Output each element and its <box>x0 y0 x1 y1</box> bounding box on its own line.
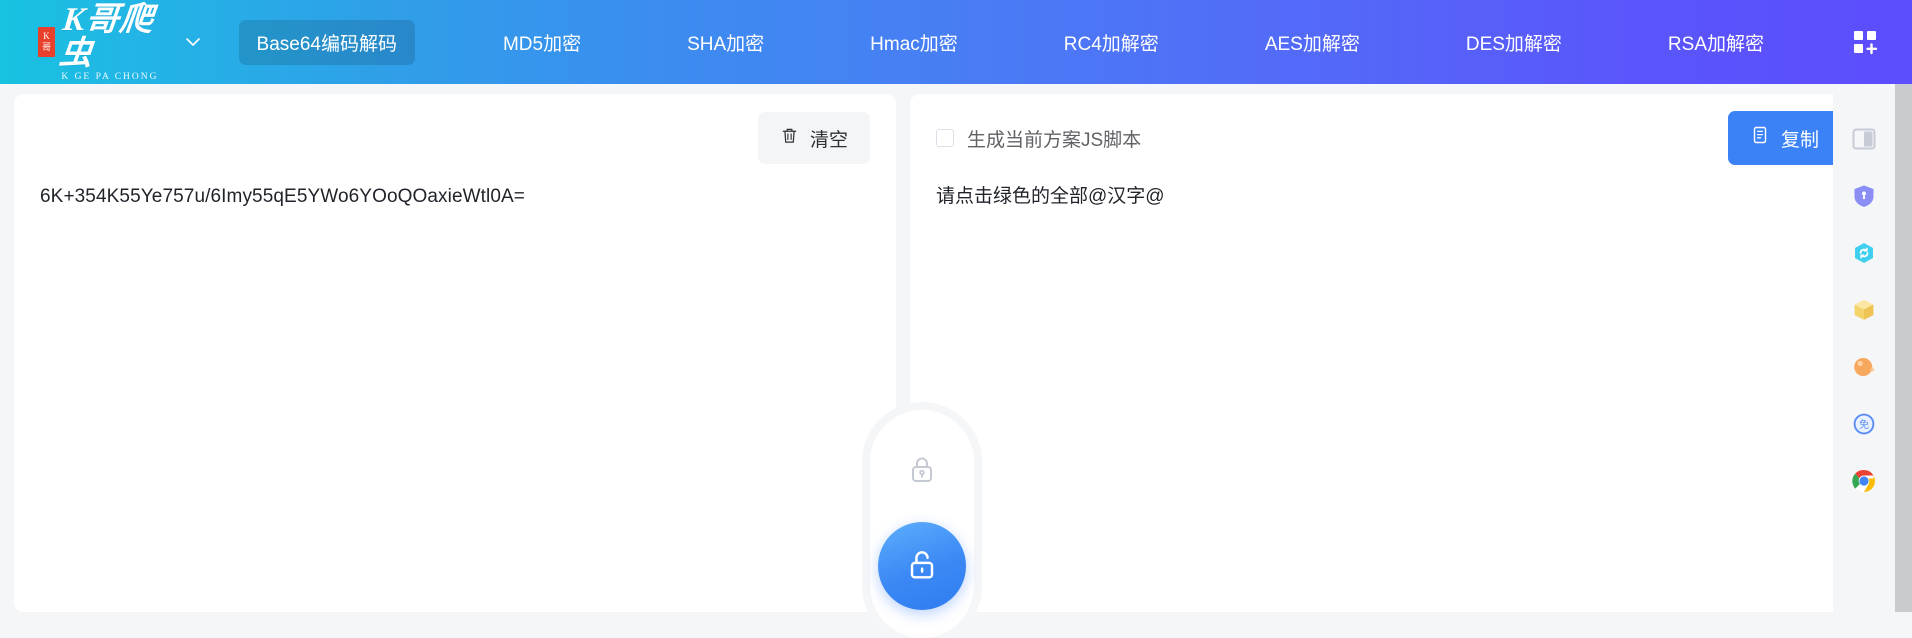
brand-seal-icon: K 哥 <box>38 27 55 57</box>
panel-toggle-icon[interactable] <box>1849 124 1879 154</box>
free-badge-icon[interactable]: 免 <box>1849 409 1879 439</box>
grid-plus-icon[interactable] <box>1852 27 1878 57</box>
output-panel-body: 请点击绿色的全部@汉字@ <box>910 182 1867 212</box>
nav-item-rsa[interactable]: RSA加解密 <box>1650 20 1782 65</box>
nav-item-hmac[interactable]: Hmac加密 <box>852 20 976 65</box>
input-panel-header: 清空 <box>14 94 896 182</box>
encrypt-button[interactable] <box>887 436 957 506</box>
nav-item-base64[interactable]: Base64编码解码 <box>238 19 415 65</box>
trash-icon <box>780 126 799 151</box>
nav-item-aes[interactable]: AES加解密 <box>1247 20 1378 65</box>
top-navbar: K 哥 K哥爬虫 K GE PA CHONG Base64编码解码 MD5加密 … <box>0 0 1912 84</box>
chrome-icon[interactable] <box>1849 466 1879 496</box>
generate-js-checkbox-label: 生成当前方案JS脚本 <box>967 129 1142 151</box>
nav-item-rc4[interactable]: RC4加解密 <box>1046 20 1177 65</box>
nav-item-des[interactable]: DES加解密 <box>1448 20 1580 65</box>
brand-seal-top: K <box>43 31 50 41</box>
nav-item-sha[interactable]: SHA加密 <box>669 20 782 65</box>
page-scrollbar[interactable] <box>1895 84 1912 612</box>
lock-closed-icon <box>904 451 940 492</box>
output-panel: 生成当前方案JS脚本 复制 请点击绿色的全部@汉字@ <box>910 94 1867 612</box>
decrypt-button[interactable] <box>878 522 966 610</box>
nav-item-md5[interactable]: MD5加密 <box>485 20 599 65</box>
input-panel: 清空 6K+354K55Ye757u/6Imy55qE5YWo6YOoQOaxi… <box>14 94 896 612</box>
output-panel-header: 生成当前方案JS脚本 复制 <box>910 94 1867 182</box>
encrypt-decrypt-switch <box>870 410 974 638</box>
copy-icon <box>1750 125 1770 151</box>
brand-seal-bottom: 哥 <box>41 42 51 52</box>
sphere-icon[interactable] <box>1849 352 1879 382</box>
clear-button[interactable]: 清空 <box>757 112 870 164</box>
brand-logo[interactable]: K 哥 K哥爬虫 K GE PA CHONG <box>38 0 161 84</box>
lock-open-icon <box>902 544 942 589</box>
output-textarea[interactable]: 请点击绿色的全部@汉字@ <box>936 182 1841 212</box>
hexagon-refresh-icon[interactable] <box>1849 238 1879 268</box>
chevron-down-icon[interactable] <box>183 31 203 53</box>
right-icon-rail: 免 <box>1833 84 1895 612</box>
brand-name-cn: K哥爬虫 <box>57 1 156 72</box>
svg-text:免: 免 <box>1859 418 1869 431</box>
brand-name-en: K GE PA CHONG <box>61 71 159 82</box>
shield-icon[interactable] <box>1849 181 1879 211</box>
input-textarea[interactable]: 6K+354K55Ye757u/6Imy55qE5YWo6YOoQOaxieWt… <box>40 182 870 212</box>
copy-button[interactable]: 复制 <box>1727 111 1841 165</box>
cube-icon[interactable] <box>1849 295 1879 325</box>
nav-item-list: Base64编码解码 MD5加密 SHA加密 Hmac加密 RC4加解密 AES… <box>238 0 1852 84</box>
generate-js-checkbox-row[interactable]: 生成当前方案JS脚本 <box>936 125 1141 152</box>
clear-button-label: 清空 <box>809 129 848 151</box>
generate-js-checkbox[interactable] <box>936 129 954 147</box>
copy-button-label: 复制 <box>1780 129 1819 151</box>
input-panel-body: 6K+354K55Ye757u/6Imy55qE5YWo6YOoQOaxieWt… <box>14 182 896 212</box>
